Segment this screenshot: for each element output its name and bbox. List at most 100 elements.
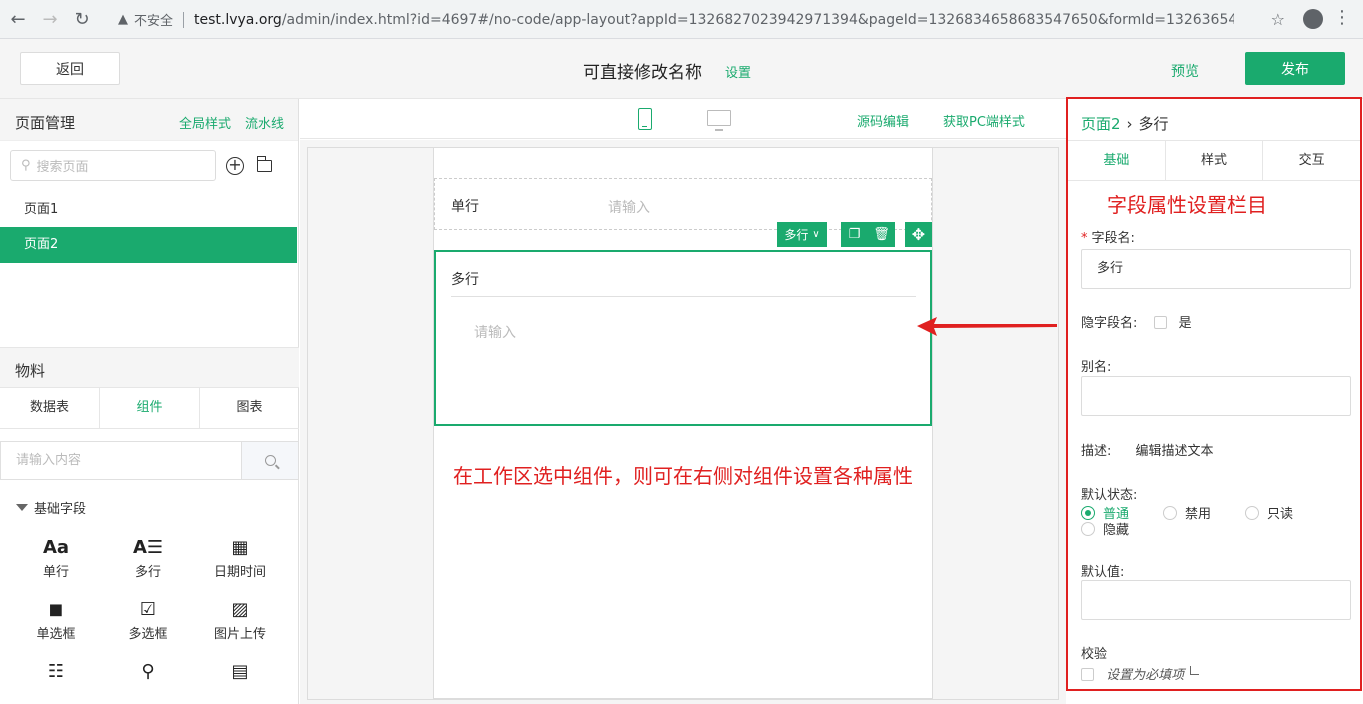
- description-label: 描述:: [1081, 444, 1112, 459]
- edit-icon[interactable]: [1190, 666, 1200, 675]
- text-aa-icon: Aa: [42, 537, 70, 558]
- state-radio-readonly[interactable]: 只读: [1245, 503, 1293, 522]
- default-value-label: 默认值:: [1081, 565, 1125, 580]
- alias-input[interactable]: [1081, 376, 1351, 416]
- tab-components[interactable]: 组件: [100, 388, 200, 428]
- publish-button[interactable]: 发布: [1245, 52, 1345, 85]
- tab-data-table[interactable]: 数据表: [0, 388, 100, 428]
- page-search-input[interactable]: ⚲ 搜索页面: [10, 150, 216, 181]
- tab-interaction[interactable]: 交互: [1263, 141, 1360, 180]
- required-checkbox[interactable]: [1081, 668, 1094, 681]
- widget-datetime[interactable]: ▦ 日期时间: [200, 535, 280, 580]
- breadcrumb: 页面2 › 多行: [1081, 113, 1169, 134]
- widget-label: 日期时间: [213, 565, 266, 580]
- tab-charts[interactable]: 图表: [200, 388, 299, 428]
- forward-arrow-icon[interactable]: →: [36, 5, 64, 33]
- url-path: /admin/index.html?id=4697#/no-code/app-l…: [281, 11, 1235, 28]
- breadcrumb-page[interactable]: 页面2: [1081, 113, 1121, 134]
- left-panel: 页面管理 全局样式 流水线 ⚲ 搜索页面 + 页面1 页面2 物料 数据表 组件…: [0, 99, 299, 704]
- move-icon[interactable]: ✥: [905, 222, 932, 247]
- materials-search-input[interactable]: 请输入内容: [1, 442, 241, 479]
- checkbox-icon: ☑: [139, 599, 157, 620]
- pc-style-link[interactable]: 获取PC端样式: [943, 111, 1025, 130]
- more-menu-icon[interactable]: ⋮: [1333, 8, 1351, 28]
- field-label: 多行: [451, 272, 479, 288]
- back-arrow-icon[interactable]: ←: [4, 5, 32, 33]
- widget-checkbox[interactable]: ☑ 多选框: [108, 597, 188, 642]
- materials-title: 物料: [15, 362, 46, 380]
- widget-radio[interactable]: ◼ 单选框: [16, 597, 96, 642]
- chevron-down-icon: ∨: [812, 229, 820, 240]
- alias-label: 别名:: [1081, 360, 1112, 375]
- page-item-2[interactable]: 页面2: [0, 227, 297, 263]
- divider: [451, 296, 916, 297]
- security-indicator[interactable]: ▲ 不安全: [118, 10, 173, 29]
- url-text[interactable]: test.lvya.org/admin/index.html?id=4697#/…: [194, 12, 1234, 28]
- widget-location[interactable]: ⚲: [108, 659, 188, 685]
- group-basic-fields[interactable]: 基础字段: [16, 498, 86, 517]
- back-button[interactable]: 返回: [20, 52, 120, 85]
- description-value[interactable]: 编辑描述文本: [1136, 444, 1214, 459]
- id-card-icon: ▤: [231, 661, 249, 682]
- app-title[interactable]: 可直接修改名称: [583, 58, 702, 83]
- global-style-link[interactable]: 全局样式: [179, 113, 231, 132]
- mobile-view-icon[interactable]: [638, 108, 652, 130]
- security-label: 不安全: [134, 14, 174, 29]
- desktop-view-icon[interactable]: [707, 110, 731, 131]
- field-name-label: * 字段名:: [1081, 231, 1135, 246]
- page-manager-header: 页面管理 全局样式 流水线: [0, 99, 298, 141]
- required-label: 设置为必填项: [1106, 668, 1185, 683]
- default-value-input[interactable]: [1081, 580, 1351, 620]
- widget-label: 图片上传: [213, 627, 266, 642]
- preview-link[interactable]: 预览: [1171, 61, 1199, 81]
- image-upload-icon: ▨: [231, 599, 249, 620]
- state-radio-disabled[interactable]: 禁用: [1163, 503, 1211, 522]
- trash-icon[interactable]: 🗑: [868, 222, 895, 247]
- materials-search: 请输入内容: [0, 441, 299, 480]
- url-host: test.lvya.org: [194, 11, 282, 28]
- widget-single-line[interactable]: Aa 单行: [16, 535, 96, 580]
- page-manager-title: 页面管理: [15, 114, 76, 132]
- calendar-clock-icon: ▦: [231, 537, 249, 558]
- widget-label: 多行: [134, 565, 161, 580]
- browser-toolbar: ← → ↻ ▲ 不安全 test.lvya.org/admin/index.ht…: [0, 0, 1363, 39]
- document-icon: ☷: [47, 661, 65, 682]
- warning-icon: ▲: [118, 12, 128, 27]
- widget-id-card[interactable]: ▤: [200, 659, 280, 685]
- account-avatar-icon[interactable]: [1303, 9, 1323, 29]
- required-row: 设置为必填项: [1081, 664, 1200, 683]
- reload-icon[interactable]: ↻: [68, 5, 96, 33]
- hide-field-name-option: 是: [1178, 316, 1192, 331]
- bookmark-star-icon[interactable]: ☆: [1271, 10, 1285, 29]
- widget-rich-text[interactable]: ☷: [16, 659, 96, 685]
- canvas-annotation: 在工作区选中组件，则可在右侧对组件设置各种属性: [453, 464, 913, 488]
- copy-icon[interactable]: ❐: [841, 222, 868, 247]
- field-placeholder: 请输入: [474, 325, 516, 341]
- address-bar[interactable]: ▲ 不安全 test.lvya.org/admin/index.html?id=…: [108, 5, 1288, 34]
- title-settings-link[interactable]: 设置: [725, 62, 751, 81]
- hide-field-name-checkbox[interactable]: [1153, 316, 1167, 329]
- materials-search-button[interactable]: [241, 442, 298, 479]
- folder-icon[interactable]: [256, 156, 272, 172]
- pipeline-link[interactable]: 流水线: [245, 113, 284, 132]
- url-separator: [183, 11, 185, 28]
- page-item-1[interactable]: 页面1: [0, 192, 297, 228]
- description-row: 描述: 编辑描述文本: [1081, 440, 1214, 459]
- source-edit-link[interactable]: 源码编辑: [857, 111, 909, 130]
- component-type-dropdown[interactable]: 多行 ∨: [777, 222, 827, 247]
- tab-basic[interactable]: 基础: [1068, 141, 1166, 180]
- field-name-input[interactable]: 多行: [1081, 249, 1351, 289]
- location-pin-icon: ⚲: [141, 661, 155, 682]
- tab-style[interactable]: 样式: [1166, 141, 1264, 180]
- property-tabs: 基础 样式 交互: [1068, 140, 1360, 181]
- field-placeholder: 请输入: [608, 200, 650, 216]
- widget-multi-line[interactable]: A☰ 多行: [108, 535, 188, 580]
- multi-line-field-selected[interactable]: 多行 请输入: [434, 250, 932, 426]
- component-type-label: 多行: [784, 228, 809, 242]
- radio-icon: [1163, 506, 1177, 520]
- add-page-icon[interactable]: +: [226, 157, 244, 175]
- state-radio-hidden[interactable]: 隐藏: [1081, 519, 1129, 538]
- widget-image-upload[interactable]: ▨ 图片上传: [200, 597, 280, 642]
- widget-label: 多选框: [128, 627, 168, 642]
- materials-tabs: 数据表 组件 图表: [0, 387, 299, 429]
